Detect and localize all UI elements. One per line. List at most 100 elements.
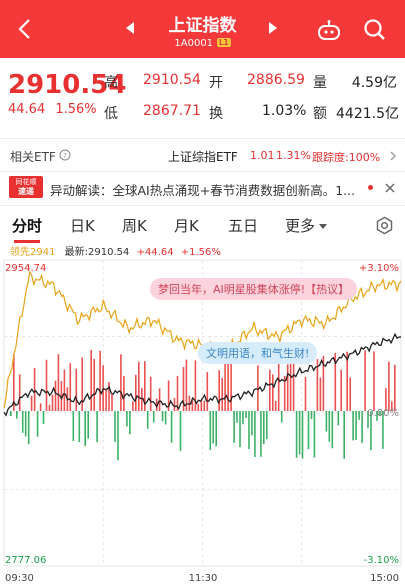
buy-bar [274, 401, 277, 411]
low-value: 2867.71 [143, 103, 201, 119]
buy-bar [292, 363, 295, 411]
info-icon[interactable]: ? [59, 149, 71, 161]
turnover-label: 换 [209, 106, 223, 122]
sell-bar [42, 411, 45, 424]
sell-bar [310, 411, 313, 419]
tab-intraday[interactable]: 分时 [12, 215, 42, 236]
buy-bar [230, 360, 232, 411]
buy-bar [373, 351, 375, 411]
buy-bar [277, 360, 280, 411]
news-ticker[interactable]: 同花顺 速递 异动解读：全球AI热点涌现+春节消费数据创新高。1... [0, 174, 405, 202]
next-stock-arrow[interactable] [269, 22, 277, 34]
level-tag: L1 [217, 38, 231, 47]
buy-bar [289, 362, 292, 411]
sell-bar [295, 411, 298, 458]
buy-bar [286, 364, 289, 411]
tab-monthly-k[interactable]: 月K [174, 215, 199, 236]
buy-bar [197, 404, 200, 411]
news-badge: 同花顺 速递 [9, 176, 43, 198]
intraday-chart[interactable]: 2954.74 +3.10% 0.00% 2777.06 -3.10% 09:3… [0, 256, 405, 584]
sell-bar [117, 411, 119, 461]
sell-bar [84, 411, 86, 447]
buy-bar [257, 365, 259, 411]
sell-bar [361, 411, 363, 443]
etiquette-bubble[interactable]: 文明用语，和气生财! [198, 342, 318, 364]
sell-bar [298, 411, 301, 455]
etf-name: 上证综指ETF [168, 150, 238, 164]
sell-bar [239, 411, 241, 448]
sell-bar [280, 411, 283, 423]
buy-bar [45, 359, 48, 411]
tab-more[interactable]: 更多 [285, 215, 328, 236]
buy-bar [388, 361, 390, 411]
sell-bar [170, 411, 173, 443]
sell-bar [78, 411, 81, 443]
related-etf-row[interactable]: 相关ETF ? 上证综指ETF 1.01 1.31% 跟踪度:100% [0, 143, 405, 169]
search-icon[interactable] [362, 17, 388, 43]
time-label-open: 09:30 [5, 573, 34, 584]
sell-bar [355, 411, 357, 440]
tab-daily-k[interactable]: 日K [70, 215, 95, 236]
buy-bar [340, 369, 342, 411]
sell-bar [129, 411, 131, 435]
buy-bar [81, 357, 83, 411]
sell-bar [212, 411, 214, 444]
sell-bar [233, 411, 235, 443]
sell-bar [328, 411, 331, 442]
robot-assistant-icon[interactable] [316, 18, 342, 44]
etf-pct: 1.31% [276, 149, 311, 162]
buy-bar [269, 369, 271, 411]
sell-bar [236, 411, 238, 423]
divider [0, 205, 405, 206]
sell-bar [260, 411, 262, 457]
buy-bar [90, 350, 92, 411]
etf-label: 相关ETF [10, 150, 56, 164]
axis-bottom-right: -3.10% [364, 555, 399, 566]
tab-more-label: 更多 [285, 217, 316, 235]
buy-bar [218, 370, 220, 411]
sell-bar [36, 411, 39, 437]
sell-bar [266, 411, 268, 440]
chevron-right-icon [390, 151, 396, 161]
buy-bar [158, 388, 161, 411]
stock-code: 1A0001 L1 [0, 38, 405, 49]
sell-bar [146, 411, 149, 429]
header-bar: 上证指数 1A0001 L1 [0, 0, 405, 58]
stock-code-text: 1A0001 [174, 38, 214, 49]
tab-weekly-k[interactable]: 周K [122, 215, 147, 236]
axis-top-right: +3.10% [359, 263, 399, 274]
buy-bar [120, 354, 122, 411]
buy-bar [33, 368, 36, 411]
buy-bar [123, 375, 125, 411]
news-badge-bottom: 速递 [18, 187, 34, 196]
tab-five-day[interactable]: 五日 [228, 215, 258, 236]
buy-bar [111, 394, 113, 411]
hot-topic-bubble[interactable]: 梦回当年，AI明星股集体涨停!【热议】 [150, 278, 358, 300]
sell-bar [215, 411, 217, 447]
buy-bar [141, 388, 143, 411]
sell-bar [161, 411, 164, 422]
sell-bar [254, 411, 256, 457]
buy-bar [99, 350, 101, 411]
high-value: 2910.54 [143, 72, 201, 88]
turnover-value: 1.03% [262, 103, 307, 119]
change-value: 44.64 [8, 102, 46, 117]
settings-gear-icon[interactable] [375, 216, 394, 235]
divider [0, 138, 405, 139]
news-badge-top: 同花顺 [15, 178, 37, 186]
sell-bar [337, 411, 340, 426]
amount-label: 额 [313, 106, 327, 122]
sell-bar [209, 411, 212, 451]
period-tabs: 分时 日K 周K 月K 五日 更多 [0, 210, 405, 243]
close-icon[interactable] [384, 182, 396, 194]
buy-bar [105, 389, 107, 411]
sell-bar [242, 411, 244, 425]
volume-label: 量 [313, 75, 327, 91]
unread-dot [368, 185, 373, 190]
sell-bar [114, 411, 116, 442]
sell-bar [152, 411, 155, 423]
sell-bar [16, 411, 18, 419]
etf-tracking: 跟踪度:100% [312, 151, 381, 164]
sell-bar [179, 411, 182, 451]
chart-grid [3, 259, 402, 567]
